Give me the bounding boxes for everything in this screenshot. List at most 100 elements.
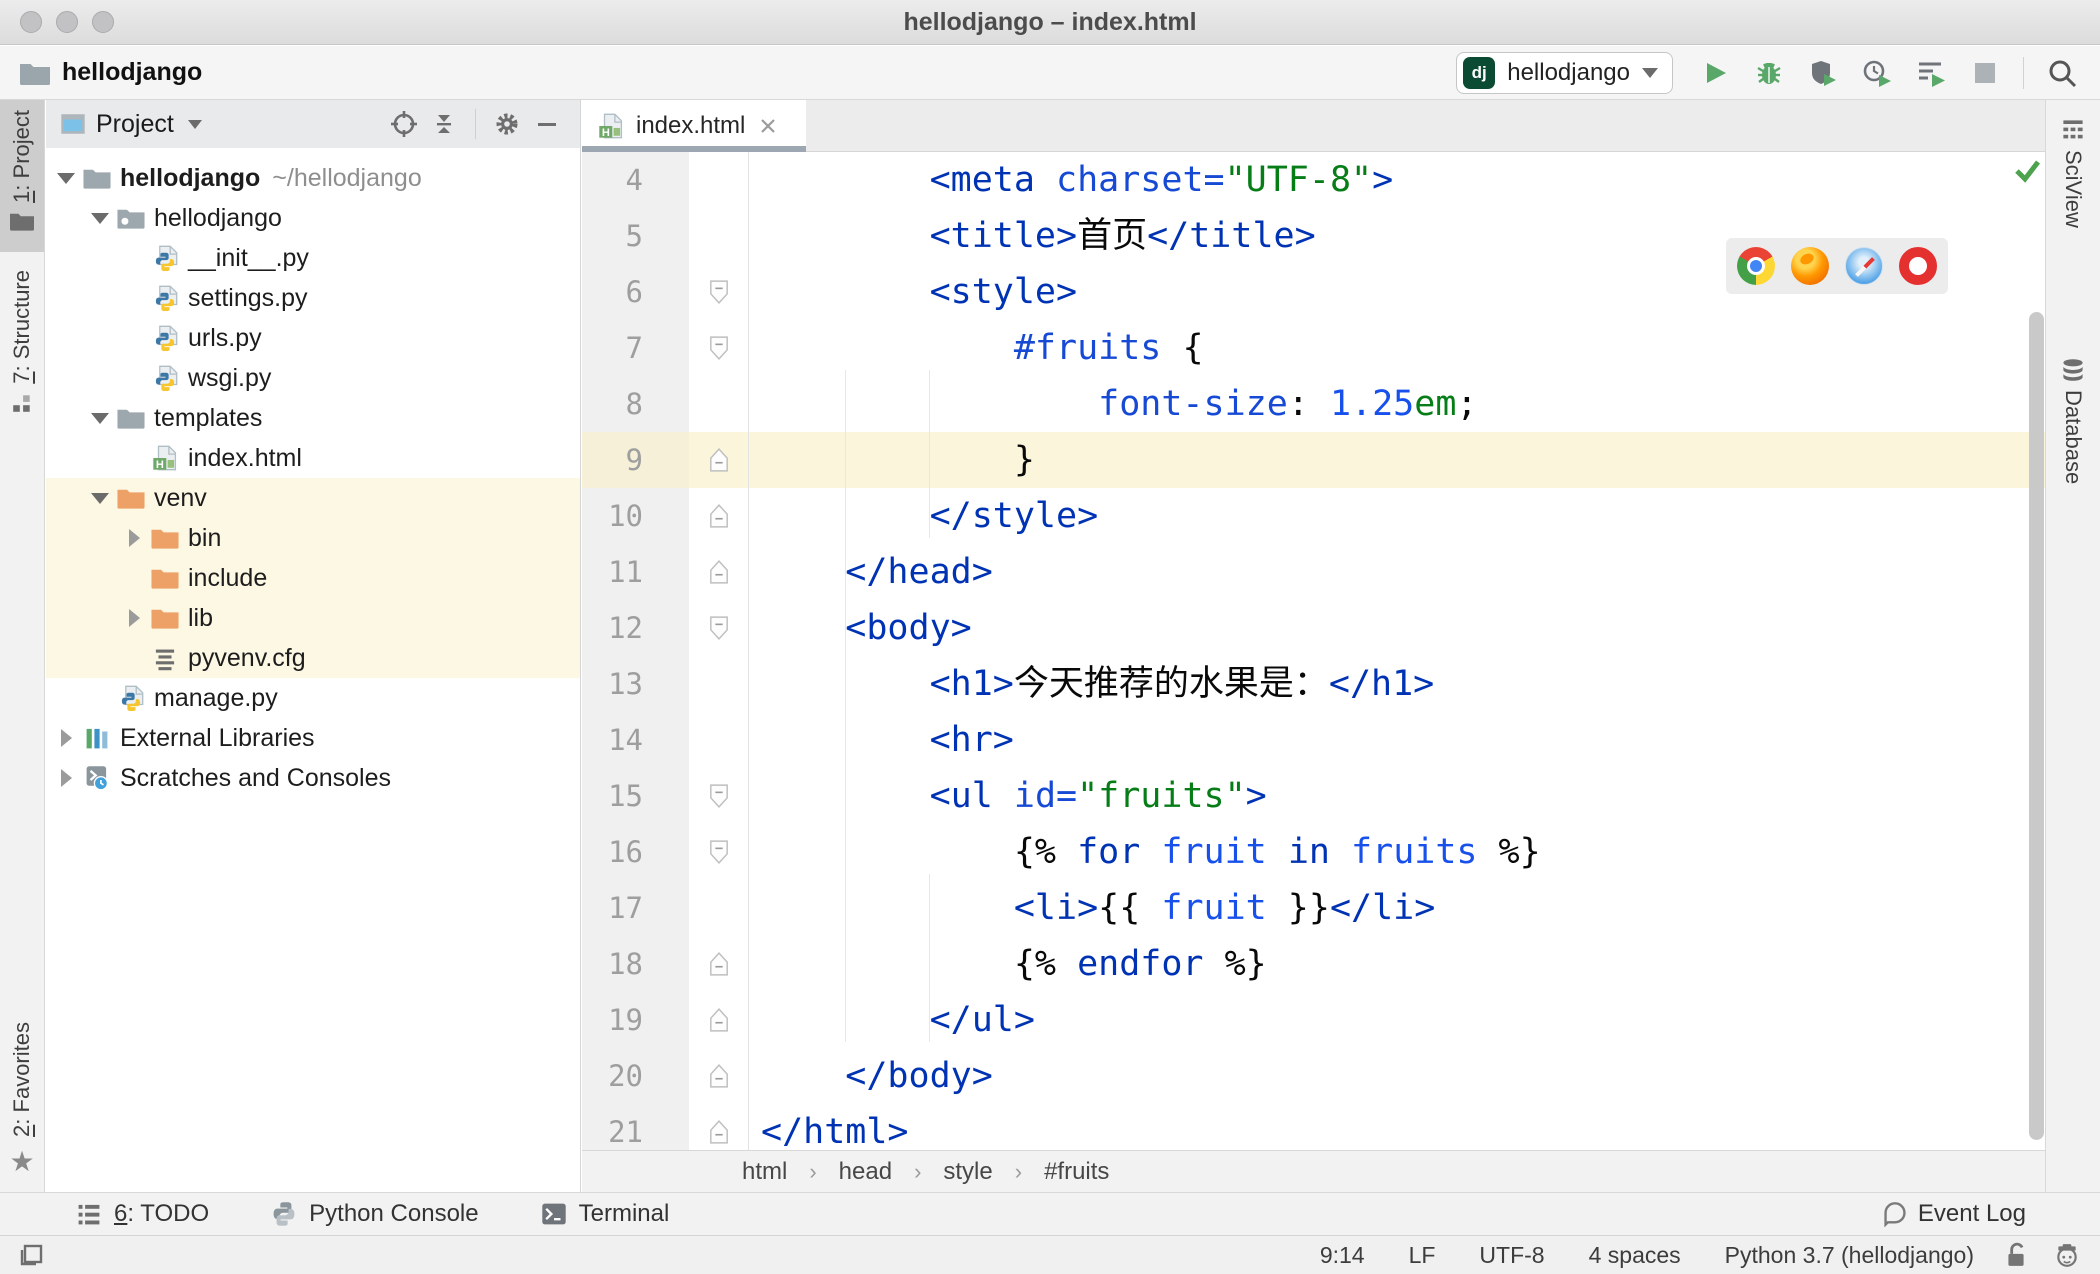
fold-end-icon[interactable] [709,447,729,473]
project-breadcrumb[interactable]: hellodjango [20,58,202,87]
tree-row[interactable]: wsgi.py [46,358,580,398]
opera-icon[interactable] [1899,247,1937,285]
code-line[interactable]: 12 <body> [582,600,2045,656]
collapsed-arrow-icon[interactable] [60,769,72,787]
breadcrumb-item[interactable]: head [839,1158,892,1186]
locate-button[interactable] [389,109,419,139]
tree-row[interactable]: External Libraries [46,718,580,758]
code-line[interactable]: 18 {% endfor %} [582,936,2045,992]
sidebar-item-favorites[interactable]: 2: Favorites ★ [0,1012,44,1182]
run-with-coverage-button[interactable] [1807,57,1839,89]
open-in-browser-popup [1726,238,1948,294]
profiler-button[interactable] [1861,57,1893,89]
tree-item-label: lib [188,603,214,632]
interpreter[interactable]: Python 3.7 (hellodjango) [1725,1242,1974,1269]
code-line[interactable]: 13 <h1>今天推荐的水果是：</h1> [582,656,2045,712]
run-button[interactable] [1699,57,1731,89]
tool-window-switcher-button[interactable] [18,1241,46,1269]
code-line[interactable]: 20 </body> [582,1048,2045,1104]
inspection-status-ok[interactable] [2012,156,2042,186]
editor-tab-bar: H index.html [582,100,2045,152]
sidebar-item-sciview[interactable]: SciView [2046,108,2100,288]
tree-row[interactable]: lib [46,598,580,638]
tree-row[interactable]: pyvenv.cfg [46,638,580,678]
project-panel-title[interactable]: Project [96,110,174,139]
tab-index-html[interactable]: H index.html [582,100,806,152]
tree-row[interactable]: templates [46,398,580,438]
search-everywhere-button[interactable] [2046,57,2078,89]
editor-scrollbar[interactable] [2029,312,2044,1140]
tree-row[interactable]: include [46,558,580,598]
tree-row[interactable]: bin [46,518,580,558]
stop-button[interactable] [1969,57,2001,89]
safari-icon[interactable] [1845,247,1883,285]
close-icon[interactable] [757,115,779,137]
code-line[interactable]: 10 </style> [582,488,2045,544]
chevron-down-icon[interactable] [187,119,202,129]
expanded-arrow-icon[interactable] [91,492,109,504]
fold-start-icon[interactable] [709,335,729,361]
code-editor[interactable]: 4 <meta charset="UTF-8"> 5 <title>首页</tit… [582,152,2045,1158]
fold-start-icon[interactable] [709,839,729,865]
fold-end-icon[interactable] [709,1007,729,1033]
hide-panel-button[interactable] [532,109,562,139]
code-line[interactable]: 8 font-size: 1.25em; [582,376,2045,432]
sidebar-item-structure[interactable]: 7: Structure [0,260,44,430]
expanded-arrow-icon[interactable] [91,412,109,424]
code-line[interactable]: 19 </ul> [582,992,2045,1048]
collapsed-arrow-icon[interactable] [128,529,140,547]
run-configuration-selector[interactable]: dj hellodjango [1456,51,1673,94]
settings-button[interactable] [492,109,522,139]
tree-row[interactable]: __init__.py [46,238,580,278]
lock-open-icon[interactable] [2004,1242,2028,1268]
fold-end-icon[interactable] [709,951,729,977]
todo-tool-button[interactable]: 6: TODO [76,1200,209,1228]
caret-position[interactable]: 9:14 [1320,1242,1365,1269]
bottom-tool-window-bar: 6: TODO Python Console Terminal Event Lo… [0,1192,2100,1235]
code-line[interactable]: 7 #fruits { [582,320,2045,376]
sidebar-item-database[interactable]: Database [2046,348,2100,558]
python-console-tool-button[interactable]: Python Console [271,1200,479,1228]
fold-end-icon[interactable] [709,1063,729,1089]
tree-row[interactable]: Scratches and Consoles [46,758,580,798]
code-line[interactable]: 4 <meta charset="UTF-8"> [582,152,2045,208]
collapsed-arrow-icon[interactable] [128,609,140,627]
tree-row[interactable]: Hindex.html [46,438,580,478]
fold-end-icon[interactable] [709,559,729,585]
expanded-arrow-icon[interactable] [57,172,75,184]
fold-start-icon[interactable] [709,615,729,641]
collapse-all-button[interactable] [429,109,459,139]
run-with-profiler-button[interactable] [1915,57,1947,89]
collapsed-arrow-icon[interactable] [60,729,72,747]
breadcrumb-item[interactable]: #fruits [1044,1158,1109,1186]
code-line[interactable]: 15 <ul id="fruits"> [582,768,2045,824]
code-line[interactable]: 11 </head> [582,544,2045,600]
expanded-arrow-icon[interactable] [91,212,109,224]
code-line[interactable]: 9 } [582,432,2045,488]
fold-start-icon[interactable] [709,279,729,305]
chrome-icon[interactable] [1737,247,1775,285]
fold-end-icon[interactable] [709,1119,729,1145]
event-log-button[interactable]: Event Log [1882,1200,2026,1228]
tree-row[interactable]: venv [46,478,580,518]
breadcrumb-item[interactable]: style [943,1158,992,1186]
fold-start-icon[interactable] [709,783,729,809]
terminal-tool-button[interactable]: Terminal [541,1200,669,1228]
tree-row[interactable]: hellodjango ~/hellodjango [46,158,580,198]
code-line[interactable]: 17 <li>{{ fruit }}</li> [582,880,2045,936]
line-ending[interactable]: LF [1409,1242,1436,1269]
code-line[interactable]: 16 {% for fruit in fruits %} [582,824,2045,880]
tree-row[interactable]: hellodjango [46,198,580,238]
indent-setting[interactable]: 4 spaces [1589,1242,1681,1269]
highlighting-level-icon[interactable] [2054,1242,2080,1268]
firefox-icon[interactable] [1791,247,1829,285]
tree-row[interactable]: manage.py [46,678,580,718]
sidebar-item-project[interactable]: 1: Project [0,100,44,252]
file-encoding[interactable]: UTF-8 [1479,1242,1544,1269]
code-line[interactable]: 14 <hr> [582,712,2045,768]
tree-row[interactable]: settings.py [46,278,580,318]
fold-end-icon[interactable] [709,503,729,529]
tree-row[interactable]: urls.py [46,318,580,358]
breadcrumb-item[interactable]: html [742,1158,787,1186]
debug-button[interactable] [1753,57,1785,89]
